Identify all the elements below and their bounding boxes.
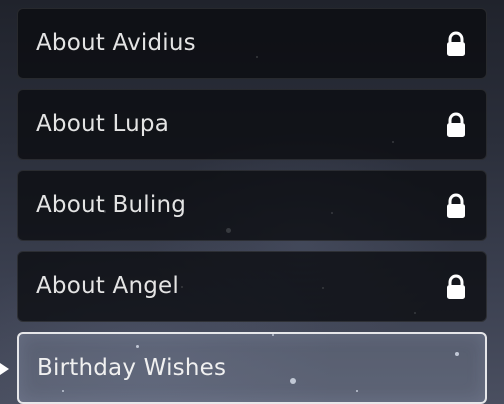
lock-icon xyxy=(442,29,470,59)
menu-item-label: About Avidius xyxy=(36,30,196,56)
menu-item-about-buling[interactable]: About Buling xyxy=(17,170,487,241)
menu-item-about-avidius[interactable]: About Avidius xyxy=(17,8,487,79)
menu-item-label: About Angel xyxy=(36,273,179,299)
selection-pointer-icon xyxy=(0,361,10,375)
lock-icon xyxy=(442,110,470,140)
menu-item-birthday-wishes[interactable]: Birthday Wishes xyxy=(17,332,487,404)
lock-icon xyxy=(442,272,470,302)
menu-item-about-lupa[interactable]: About Lupa xyxy=(17,89,487,160)
lock-icon xyxy=(442,191,470,221)
menu-item-label: About Buling xyxy=(36,192,187,218)
menu-item-label: Birthday Wishes xyxy=(37,354,227,381)
menu-item-label: About Lupa xyxy=(36,111,169,137)
story-menu: About Avidius About Lupa About Buling Ab… xyxy=(17,8,487,404)
menu-item-about-angel[interactable]: About Angel xyxy=(17,251,487,322)
